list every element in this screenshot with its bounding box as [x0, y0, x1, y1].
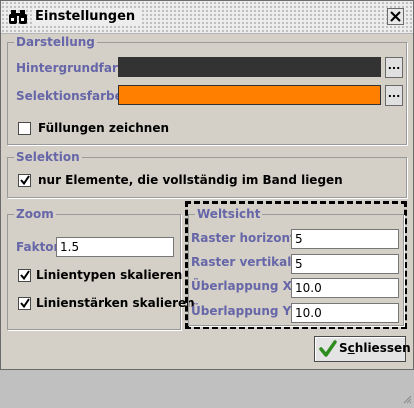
line-types-label[interactable]: Linientypen skalieren — [36, 267, 182, 283]
selektion-legend: Selektion — [14, 149, 82, 165]
overlap-y-label: Überlappung Y — [191, 304, 292, 318]
darstellung-legend: Darstellung — [14, 34, 97, 50]
factor-label: Faktor — [16, 240, 60, 254]
resize-grip-icon[interactable] — [402, 389, 412, 404]
close-button[interactable]: Schliessen — [314, 336, 411, 362]
raster-vertical-label: Raster vertikal — [191, 255, 292, 269]
checkmark-icon — [20, 270, 30, 281]
overlap-y-input[interactable]: 10.0 — [291, 303, 399, 323]
line-widths-checkbox[interactable] — [18, 297, 31, 310]
line-widths-label[interactable]: Linienstärken skalieren — [36, 295, 195, 311]
selection-band-checkbox[interactable] — [18, 174, 31, 187]
line-types-checkbox[interactable] — [18, 269, 31, 282]
fill-checkbox[interactable] — [18, 122, 31, 135]
window-title: Einstellungen — [33, 8, 142, 26]
selektion-panel: Selektion nur Elemente, die vollständig … — [7, 149, 407, 198]
factor-input[interactable]: 1.5 — [56, 237, 174, 257]
raster-vertical-input[interactable]: 5 — [291, 254, 399, 274]
raster-horizontal-input[interactable]: 5 — [291, 229, 399, 249]
background-color-swatch[interactable] — [118, 57, 381, 77]
background-color-label: Hintergrundfarbe — [16, 61, 135, 75]
background-color-button[interactable]: ... — [385, 57, 403, 78]
selection-band-label[interactable]: nur Elemente, die vollständig im Band li… — [38, 172, 343, 188]
checkmark-icon — [20, 175, 30, 186]
weltsicht-legend: Weltsicht — [195, 206, 263, 222]
weltsicht-panel: Weltsicht Raster horizontal 5 Raster ver… — [188, 206, 404, 326]
overlap-x-input[interactable]: 10.0 — [291, 278, 399, 298]
selection-color-button[interactable]: ... — [385, 85, 403, 106]
darstellung-panel: Darstellung Hintergrundfarbe ... Selekti… — [7, 34, 407, 145]
close-window-icon[interactable] — [387, 8, 404, 25]
zoom-panel: Zoom Faktor 1.5 Linientypen skalieren Li… — [7, 206, 195, 330]
fill-checkbox-label[interactable]: Füllungen zeichnen — [38, 120, 169, 136]
checkmark-icon — [319, 340, 337, 357]
binoculars-icon — [9, 9, 27, 25]
title-bar[interactable]: Einstellungen — [1, 1, 413, 34]
overlap-x-label: Überlappung X — [191, 279, 292, 293]
checkmark-icon — [20, 298, 30, 309]
close-button-label: Schliessen — [339, 341, 411, 355]
settings-dialog: Einstellungen Darstellung Hintergrundfar… — [0, 0, 414, 404]
selection-color-label: Selektionsfarbe — [16, 89, 123, 103]
dialog-content: Darstellung Hintergrundfarbe ... Selekti… — [2, 34, 412, 404]
zoom-legend: Zoom — [14, 206, 56, 222]
selection-color-swatch[interactable] — [118, 85, 381, 105]
